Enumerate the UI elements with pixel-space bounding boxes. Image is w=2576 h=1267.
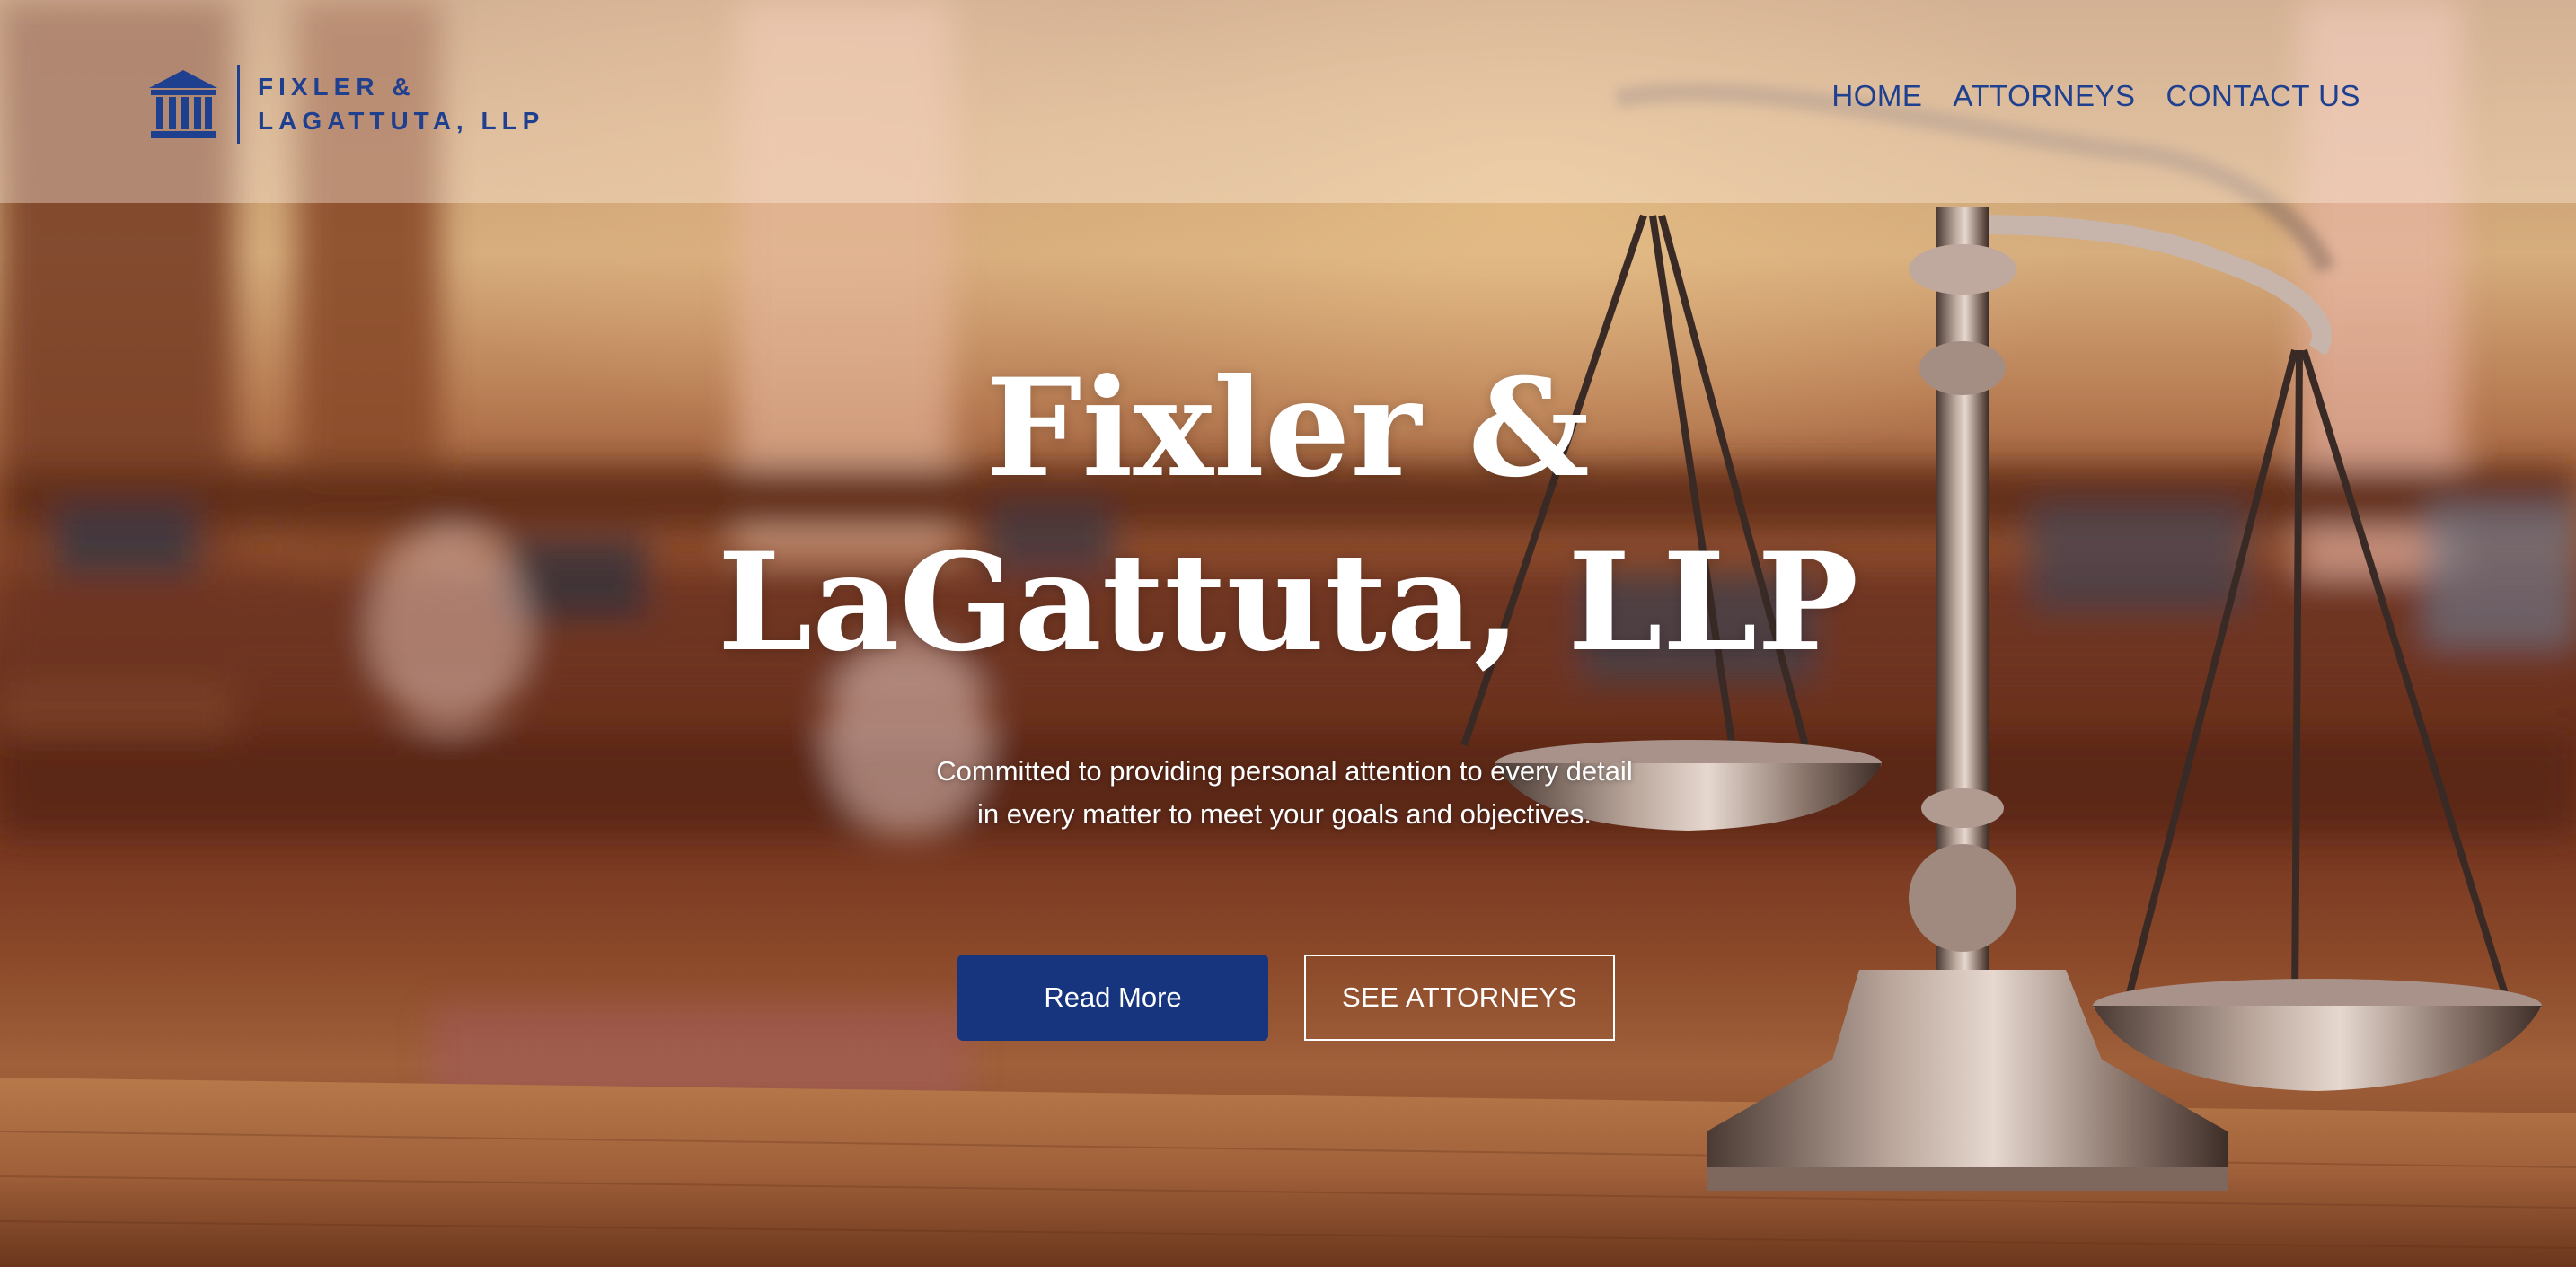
see-attorneys-button[interactable]: SEE ATTORNEYS [1304, 955, 1615, 1041]
site-header: FIXLER & LAGATTUTA, LLP HOME ATTORNEYS C… [0, 0, 2576, 203]
nav-attorneys[interactable]: ATTORNEYS [1953, 79, 2135, 113]
nav-contact-us[interactable]: CONTACT US [2166, 79, 2360, 113]
hero-title: Fixler & LaGattuta, LLP [717, 349, 1859, 682]
main-nav: HOME ATTORNEYS CONTACT US [1831, 79, 2360, 113]
brand-logo[interactable]: FIXLER & LAGATTUTA, LLP [146, 63, 544, 145]
brand-name-line1: FIXLER & [258, 73, 416, 101]
brand-name: FIXLER & LAGATTUTA, LLP [258, 70, 544, 138]
page: FIXLER & LAGATTUTA, LLP HOME ATTORNEYS C… [0, 0, 2576, 1267]
nav-home[interactable]: HOME [1831, 79, 1922, 113]
courthouse-icon [149, 70, 217, 138]
hero-subtitle: Committed to providing personal attentio… [936, 755, 1633, 830]
logo-divider [237, 65, 240, 144]
read-more-button[interactable]: Read More [957, 955, 1268, 1041]
brand-name-line2: LAGATTUTA, LLP [258, 107, 545, 135]
